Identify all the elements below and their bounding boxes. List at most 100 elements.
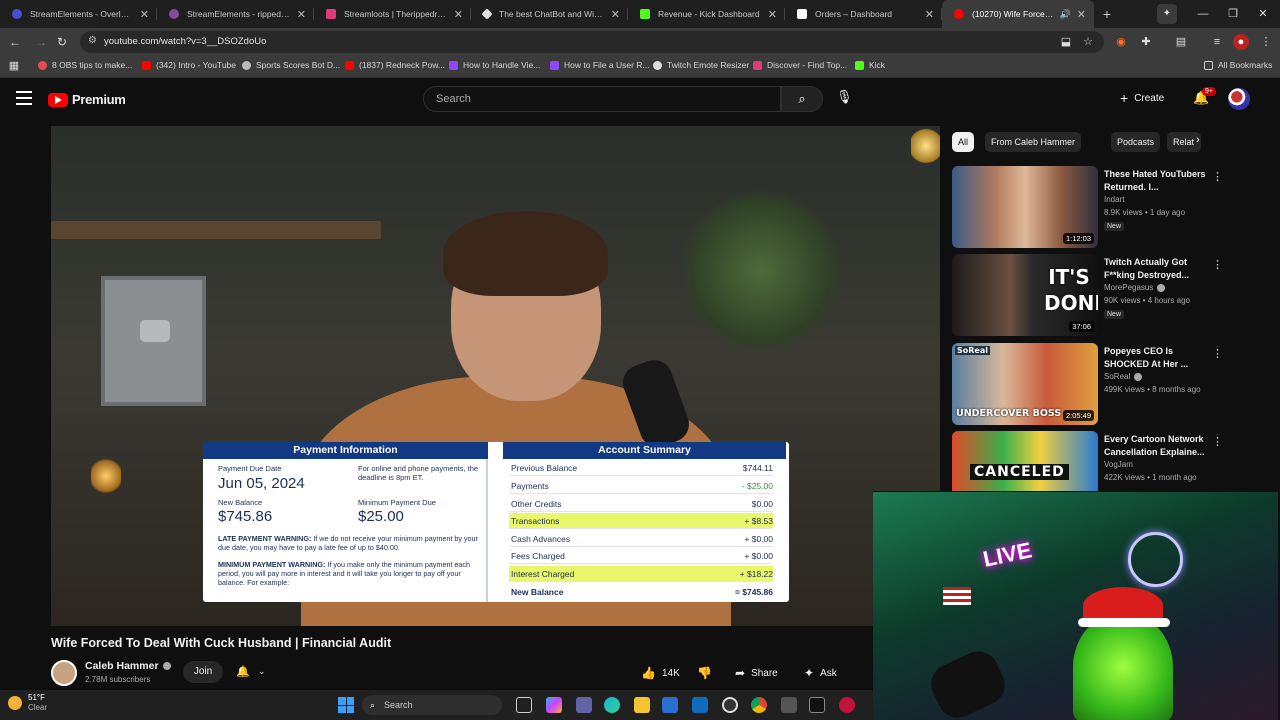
kick-favicon-icon xyxy=(640,9,650,19)
tab-search-icon[interactable]: ✦ xyxy=(1157,4,1177,24)
windows-start-icon[interactable] xyxy=(338,697,354,713)
browser-tab[interactable]: Revenue - Kick Dashboard ✕ xyxy=(628,0,785,28)
outlook-icon[interactable] xyxy=(692,697,708,713)
bookmark-item[interactable]: Discover - Find Top... xyxy=(753,60,847,70)
obs-icon[interactable] xyxy=(722,697,738,713)
youtube-favicon-icon xyxy=(954,9,964,19)
recommendation-item[interactable]: IT'S DONE 37:06 Twitch Actually Got F**k… xyxy=(952,254,1270,336)
site-info-icon[interactable]: ⚙ xyxy=(88,35,97,46)
audio-icon[interactable]: 🔊 xyxy=(1060,9,1071,20)
task-view-icon[interactable] xyxy=(516,697,532,713)
dislike-button[interactable]: 👎 xyxy=(697,662,718,684)
chevron-right-icon[interactable]: › xyxy=(1196,134,1200,146)
chip-podcasts[interactable]: Podcasts xyxy=(1111,132,1161,152)
terminal-icon[interactable] xyxy=(809,697,825,713)
browser-tab[interactable]: Streamloots | Therippedredne ✕ xyxy=(314,0,471,28)
menu-icon[interactable] xyxy=(16,91,32,105)
bookmark-item[interactable]: Kick xyxy=(855,60,885,70)
microphone-icon[interactable]: 🎙 xyxy=(836,89,853,105)
share-label: Share xyxy=(751,667,778,679)
close-icon[interactable]: ✕ xyxy=(454,8,463,21)
close-icon[interactable]: ✕ xyxy=(611,8,620,21)
apps-grid-icon[interactable]: ▦ xyxy=(6,58,22,74)
search-input[interactable]: Search xyxy=(423,86,781,112)
browser-tab[interactable]: The best ChatBot and Widgets ✕ xyxy=(471,0,628,28)
new-tab-button[interactable]: + xyxy=(1094,6,1120,22)
more-options-icon[interactable]: ⋮ xyxy=(1212,258,1223,271)
close-icon[interactable]: ✕ xyxy=(1077,8,1086,21)
search-icon[interactable]: ⌕ xyxy=(781,86,823,112)
edge-icon[interactable] xyxy=(604,697,620,713)
verified-icon xyxy=(162,662,171,671)
video-thumbnail[interactable]: SoReal UNDERCOVER BOSS 2:05:49 xyxy=(952,343,1098,425)
bookmark-item[interactable]: Twitch Emote Resizer xyxy=(653,60,749,70)
teams-icon[interactable] xyxy=(576,697,592,713)
browser-tab[interactable]: StreamElements - rippedredne ✕ xyxy=(157,0,314,28)
install-icon[interactable]: ⬓ xyxy=(1058,34,1074,50)
close-window-icon[interactable]: ✕ xyxy=(1248,0,1278,28)
minimize-icon[interactable]: — xyxy=(1188,0,1218,28)
restore-icon[interactable]: ❐ xyxy=(1218,0,1248,28)
bookmark-item[interactable]: How to Handle Vie... xyxy=(449,60,540,70)
all-bookmarks[interactable]: All Bookmarks xyxy=(1204,60,1272,70)
video-thumbnail[interactable]: IT'S DONE 37:06 xyxy=(952,254,1098,336)
back-icon[interactable]: ← xyxy=(6,33,24,51)
weather-widget[interactable]: 51°F Clear xyxy=(8,693,47,713)
close-icon[interactable]: ✕ xyxy=(140,8,149,21)
bookmark-item[interactable]: (1837) Redneck Pow... xyxy=(345,60,445,70)
chevron-down-icon[interactable]: ⌄ xyxy=(258,666,266,677)
profile-icon[interactable]: ● xyxy=(1233,34,1249,50)
chip-all[interactable]: All xyxy=(952,132,975,152)
video-thumbnail[interactable]: 1:12:03 xyxy=(952,166,1098,248)
join-button[interactable]: Join xyxy=(183,661,223,683)
video-player[interactable]: Payment Information Payment Due Date Jun… xyxy=(51,126,940,626)
taskbar-search[interactable]: ⌕ Search xyxy=(362,695,502,715)
chrome-icon[interactable] xyxy=(751,697,767,713)
account-avatar[interactable] xyxy=(1228,88,1250,110)
menu-icon[interactable]: ⋮ xyxy=(1258,34,1274,50)
forward-icon[interactable]: → xyxy=(32,33,50,51)
app-icon[interactable] xyxy=(781,697,797,713)
bookmark-item[interactable]: Sports Scores Bot D... xyxy=(242,60,340,70)
bookmark-item[interactable]: 8 OBS tips to make... xyxy=(38,60,132,70)
recommendation-item[interactable]: SoReal UNDERCOVER BOSS 2:05:49 Popeyes C… xyxy=(952,343,1270,425)
browser-tab-active[interactable]: (10270) Wife Forced To De 🔊 ✕ xyxy=(942,0,1094,28)
recommendation-item[interactable]: CANCELED Every Cartoon Network Cancellat… xyxy=(952,431,1270,491)
create-button[interactable]: + Create xyxy=(1120,90,1164,106)
youtube-logo[interactable]: Premium xyxy=(48,92,126,107)
extensions-puzzle-icon[interactable]: ✚ xyxy=(1138,34,1154,50)
app-icon[interactable] xyxy=(839,697,855,713)
close-icon[interactable]: ✕ xyxy=(297,8,306,21)
channel-avatar[interactable] xyxy=(51,660,77,686)
browser-tab-strip: StreamElements - Overlays ✕ StreamElemen… xyxy=(0,0,1280,28)
channel-name[interactable]: Caleb Hammer xyxy=(85,660,171,672)
video-thumbnail[interactable]: CANCELED xyxy=(952,431,1098,491)
share-button[interactable]: ➦ Share xyxy=(735,662,778,684)
like-button[interactable]: 👍 14K xyxy=(641,662,680,684)
reload-icon[interactable]: ↻ xyxy=(53,33,71,51)
bookmark-favicon-icon xyxy=(753,60,762,70)
file-explorer-icon[interactable] xyxy=(634,697,650,713)
bookmark-item[interactable]: (342) Intro - YouTube xyxy=(142,60,236,70)
sidebar-icon[interactable]: ▤ xyxy=(1173,34,1189,50)
recommendation-item[interactable]: 1:12:03 These Hated YouTubers Returned. … xyxy=(952,166,1270,248)
media-controls-icon[interactable]: ≡ xyxy=(1209,34,1225,50)
browser-tab[interactable]: StreamElements - Overlays ✕ xyxy=(0,0,157,28)
browser-tab[interactable]: Orders – Dashboard ✕ xyxy=(785,0,942,28)
extension-icon[interactable]: ◉ xyxy=(1113,34,1129,50)
recommendation-channel: VogJam xyxy=(1104,460,1133,469)
bookmark-star-icon[interactable]: ☆ xyxy=(1080,34,1096,50)
more-options-icon[interactable]: ⋮ xyxy=(1212,435,1223,448)
close-icon[interactable]: ✕ xyxy=(768,8,777,21)
close-icon[interactable]: ✕ xyxy=(925,8,934,21)
more-options-icon[interactable]: ⋮ xyxy=(1212,347,1223,360)
chip-from-channel[interactable]: From Caleb Hammer xyxy=(985,132,1082,152)
filter-chips: All From Caleb Hammer Podcasts Relat xyxy=(952,132,1217,152)
store-icon[interactable] xyxy=(662,697,678,713)
bookmark-item[interactable]: How to File a User R... xyxy=(550,60,650,70)
copilot-icon[interactable] xyxy=(546,697,562,713)
ask-button[interactable]: ✦ Ask xyxy=(804,662,837,684)
more-options-icon[interactable]: ⋮ xyxy=(1212,170,1223,183)
subscribed-bell-icon[interactable]: 🔔 xyxy=(236,665,250,678)
address-bar[interactable]: ⚙ youtube.com/watch?v=3__DSOZdoUo xyxy=(80,31,1104,53)
